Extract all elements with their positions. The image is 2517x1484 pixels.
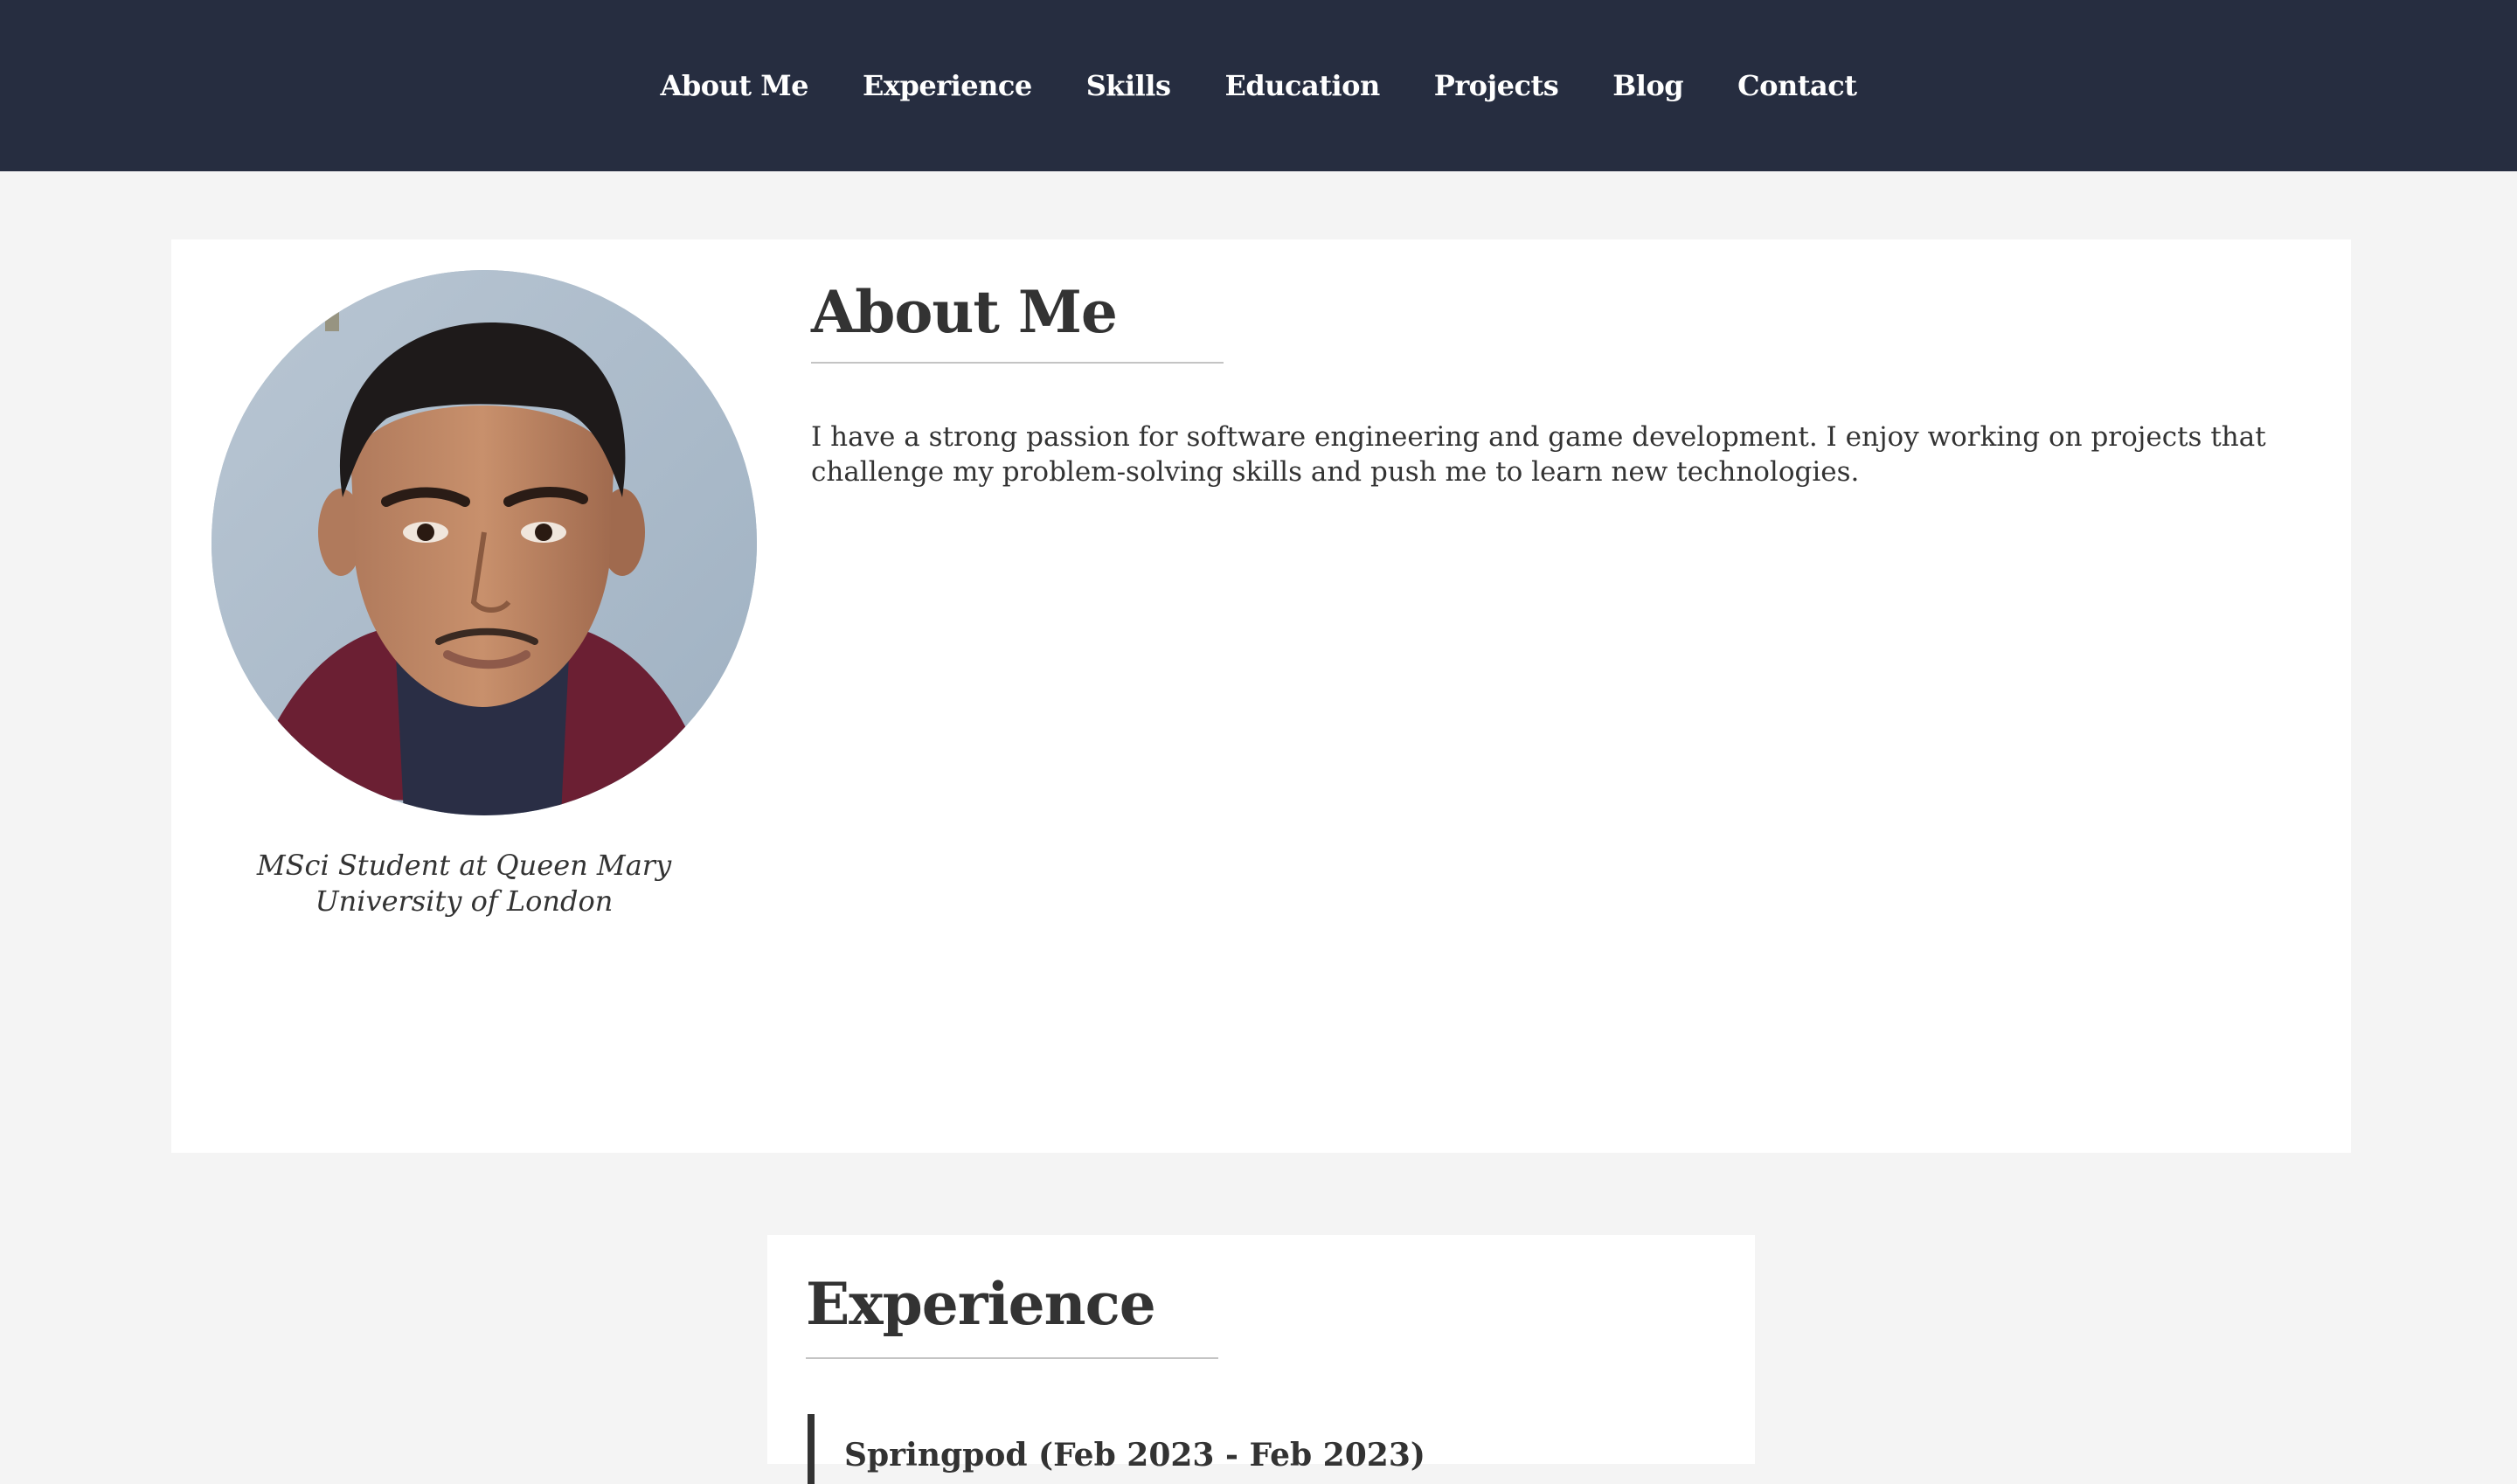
experience-section: Experience Springpod (Feb 2023 - Feb 202…: [767, 1235, 1755, 1484]
nav-item-projects: Projects: [1434, 69, 1559, 102]
experience-heading-divider: [806, 1357, 1218, 1359]
nav-item-blog: Blog: [1612, 69, 1683, 102]
nav-link-about-me[interactable]: About Me: [660, 69, 808, 102]
about-me-section: MSci Student at Queen Mary University of…: [171, 239, 2351, 1153]
profile-caption: MSci Student at Queen Mary University of…: [256, 849, 672, 918]
nav-link-contact[interactable]: Contact: [1737, 69, 1857, 102]
experience-entry: Springpod (Feb 2023 - Feb 2023): [808, 1414, 1425, 1484]
nav-menu: About Me Experience Skills Education Pro…: [0, 0, 2517, 171]
nav-link-projects[interactable]: Projects: [1434, 69, 1559, 102]
nav-link-education[interactable]: Education: [1224, 69, 1380, 102]
about-heading: About Me: [811, 278, 1118, 346]
nav-link-experience[interactable]: Experience: [863, 69, 1032, 102]
profile-photo: [211, 270, 757, 815]
top-navigation-bar: About Me Experience Skills Education Pro…: [0, 0, 2517, 171]
nav-link-skills[interactable]: Skills: [1086, 69, 1171, 102]
nav-item-experience: Experience: [863, 69, 1032, 102]
nav-item-contact: Contact: [1737, 69, 1857, 102]
nav-item-skills: Skills: [1086, 69, 1171, 102]
about-description: I have a strong passion for software eng…: [811, 421, 2266, 488]
profile-photo-illustration: [211, 270, 757, 815]
nav-item-about: About Me: [660, 69, 808, 102]
about-heading-divider: [811, 362, 1224, 364]
experience-entry-title: Springpod (Feb 2023 - Feb 2023): [844, 1437, 1425, 1474]
experience-heading: Experience: [806, 1270, 1156, 1338]
nav-link-blog[interactable]: Blog: [1612, 69, 1683, 102]
nav-item-education: Education: [1224, 69, 1380, 102]
